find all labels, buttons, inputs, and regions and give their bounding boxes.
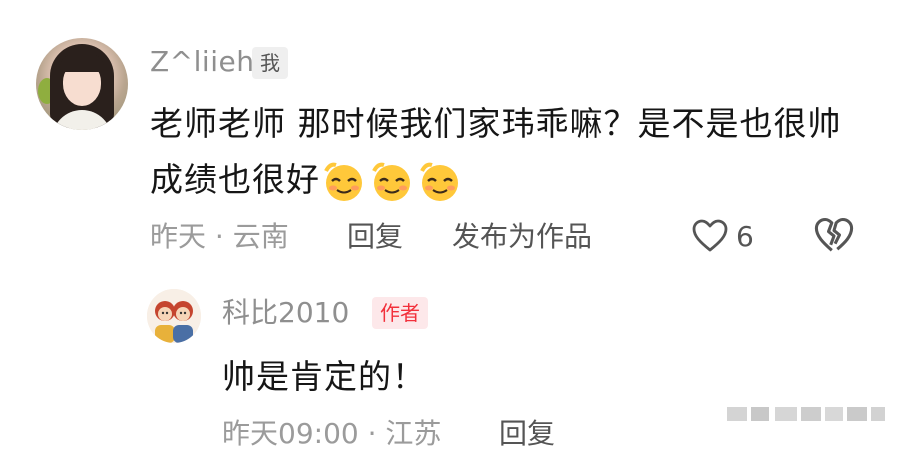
like-count: 6 — [736, 219, 754, 253]
reply-reply-button[interactable]: 回复 — [499, 412, 555, 456]
reply-button[interactable]: 回复 — [347, 215, 403, 259]
me-badge: 我 — [252, 47, 288, 79]
broken-heart-icon — [814, 217, 854, 252]
like-button[interactable]: 6 — [690, 212, 754, 260]
reply-username[interactable]: 科比2010 — [222, 293, 349, 333]
dislike-button[interactable] — [812, 214, 856, 262]
smile-emoji-icon — [324, 162, 362, 201]
publish-as-work-button[interactable]: 发布为作品 — [452, 215, 592, 259]
cartoon-avatar-icon — [147, 289, 201, 343]
comment-text-content: 老师老师 那时候我们家玮乖嘛？是不是也很帅 成绩也很好 — [150, 104, 842, 199]
avatar-bangs — [60, 54, 104, 72]
smile-emoji-icon — [420, 162, 458, 201]
author-badge: 作者 — [372, 297, 428, 329]
avatar[interactable] — [36, 38, 128, 130]
reply-text: 帅是肯定的！ — [222, 357, 426, 396]
reply-avatar[interactable] — [147, 289, 201, 343]
comment-text: 老师老师 那时候我们家玮乖嘛？是不是也很帅 成绩也很好 — [150, 96, 870, 210]
heart-outline-icon — [692, 219, 728, 252]
emoji-group — [322, 154, 466, 210]
smile-emoji-icon — [372, 162, 410, 201]
watermark-image — [727, 407, 885, 421]
reply-time-location: 昨天09:00 · 江苏 — [222, 417, 442, 450]
comment-time-location: 昨天 · 云南 — [150, 220, 289, 253]
comment-username[interactable]: Z^liieh — [150, 42, 254, 82]
